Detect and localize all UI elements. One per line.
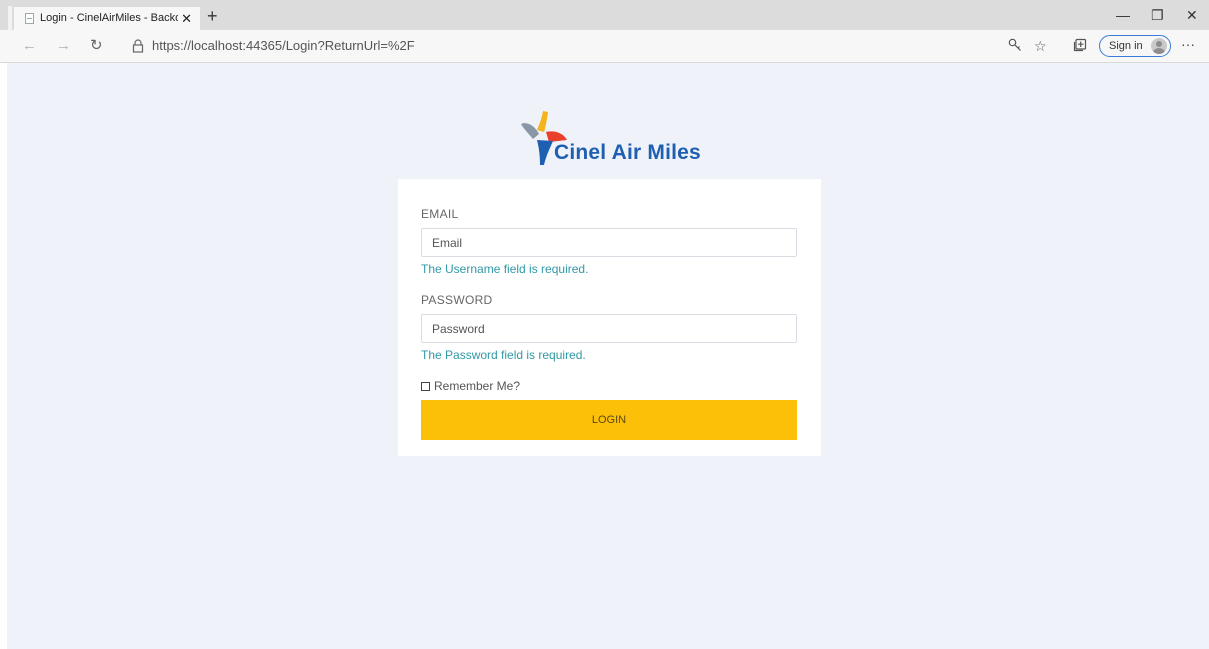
url-host: https://localhost — [152, 38, 243, 53]
password-error: The Password field is required. — [421, 348, 586, 362]
remember-me-label: Remember Me? — [434, 379, 521, 393]
tab-close-icon[interactable]: ✕ — [181, 7, 192, 30]
browser-tab[interactable]: Login - CinelAirMiles - Backoffice ✕ — [14, 7, 200, 30]
favorite-star-icon[interactable]: ☆ — [1034, 38, 1047, 54]
remember-me[interactable]: Remember Me? — [421, 379, 520, 393]
email-label: EMAIL — [421, 207, 459, 221]
brand-name: Cinel Air Miles — [554, 141, 701, 164]
more-menu-icon[interactable]: ··· — [1181, 36, 1195, 52]
new-tab-icon[interactable]: + — [207, 6, 218, 26]
restore-icon[interactable]: ❐ — [1151, 6, 1164, 24]
browser-tab-bar: Login - CinelAirMiles - Backoffice ✕ + —… — [0, 0, 1209, 30]
login-button[interactable]: LOGIN — [421, 400, 797, 440]
avatar-icon — [1151, 38, 1167, 54]
minimize-icon[interactable]: — — [1116, 6, 1130, 24]
browser-toolbar: ← → ↻ https://localhost:44365/Login?Retu… — [0, 30, 1209, 63]
password-input[interactable] — [421, 314, 797, 343]
email-error: The Username field is required. — [421, 262, 589, 276]
page-content: Cinel Air Miles EMAIL The Username field… — [7, 63, 1209, 649]
back-icon[interactable]: ← — [22, 37, 37, 55]
password-label: PASSWORD — [421, 293, 493, 307]
collections-icon[interactable] — [1073, 38, 1087, 52]
key-icon[interactable] — [1008, 38, 1022, 52]
remember-me-checkbox[interactable] — [421, 382, 430, 391]
page-favicon-icon — [25, 13, 34, 24]
sign-in-label: Sign in — [1109, 40, 1143, 52]
tab-edge — [8, 6, 12, 30]
window-close-icon[interactable]: ✕ — [1186, 6, 1198, 24]
lock-icon — [132, 39, 144, 53]
url-rest: :44365/Login?ReturnUrl=%2F — [242, 38, 415, 53]
login-card: EMAIL The Username field is required. PA… — [398, 179, 821, 456]
email-input[interactable] — [421, 228, 797, 257]
address-bar[interactable]: https://localhost:44365/Login?ReturnUrl=… — [152, 38, 415, 54]
sign-in-button[interactable]: Sign in — [1099, 35, 1171, 57]
refresh-icon[interactable]: ↻ — [90, 37, 103, 55]
forward-icon[interactable]: → — [56, 37, 71, 55]
tab-title: Login - CinelAirMiles - Backoffice — [40, 12, 178, 24]
